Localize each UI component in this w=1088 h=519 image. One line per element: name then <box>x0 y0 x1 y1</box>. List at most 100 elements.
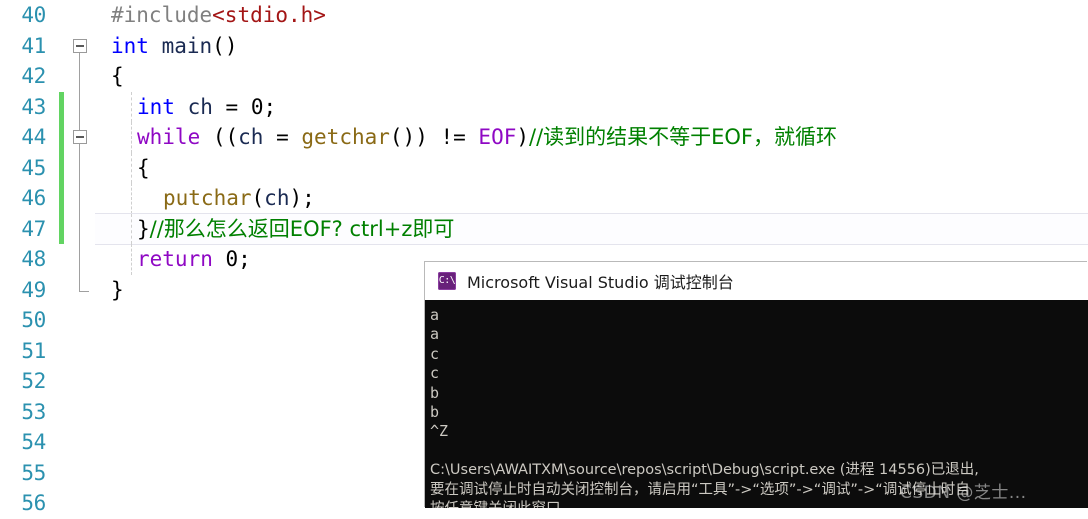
console-icon-label: C:\ <box>438 274 456 286</box>
fold-column <box>71 244 93 275</box>
token-ident: ch <box>264 186 290 211</box>
code-line[interactable]: 46 putchar(ch); <box>0 183 1088 214</box>
console-output-line: ^Z <box>430 422 449 441</box>
code-text[interactable]: while ((ch = getchar()) != EOF)//读到的结果不等… <box>93 122 1088 153</box>
code-tokens: #include<stdio.h> <box>93 0 326 30</box>
code-text[interactable]: int ch = 0; <box>93 91 1088 123</box>
change-indicator-bar <box>59 152 64 183</box>
fold-column <box>71 213 93 244</box>
console-output-area[interactable]: a a c c b b ^Z C:\Users\AWAITXM\source\repos\sc… <box>425 300 1088 508</box>
token-cmt: //读到的结果不等于EOF，就循环 <box>529 125 838 150</box>
change-indicator-bar <box>59 183 64 214</box>
code-line[interactable]: 47}//那么怎么返回EOF? ctrl+z即可 <box>0 212 1088 245</box>
code-line[interactable]: 43 int ch = 0; <box>0 91 1088 123</box>
console-status-line: 要在调试停止时自动关闭控制台，请启用“工具”->“选项”->“调试”->“调试停… <box>430 481 970 498</box>
console-title-bar[interactable]: C:\ Microsoft Visual Studio 调试控制台 <box>425 262 1088 300</box>
code-tokens: int ch = 0; <box>93 92 276 122</box>
token-punct: = <box>263 125 302 150</box>
token-punct: { <box>137 155 150 180</box>
fold-column <box>71 183 93 214</box>
change-indicator-empty <box>59 61 64 92</box>
line-number: 50 <box>21 308 46 333</box>
fold-column <box>71 458 93 489</box>
fold-column <box>71 0 93 31</box>
indent-guide <box>131 244 132 275</box>
fold-column <box>71 366 93 397</box>
line-number: 46 <box>21 186 46 211</box>
code-line[interactable]: 42 { <box>0 61 1088 92</box>
code-line[interactable]: 44 while ((ch = getchar()) != EOF)//读到的结果… <box>0 122 1088 153</box>
console-output-line: b <box>430 383 440 402</box>
fold-guide-line <box>79 244 80 275</box>
fold-guide-line <box>79 91 80 122</box>
line-number: 56 <box>21 491 46 516</box>
token-punct: ) <box>516 125 530 150</box>
line-number: 41 <box>21 33 46 58</box>
console-output-line: c <box>430 364 440 383</box>
change-indicator-empty <box>59 488 64 519</box>
code-text[interactable]: int main() <box>93 31 1088 61</box>
code-line[interactable]: 41 int main() <box>0 31 1088 62</box>
token-num: 0 <box>225 247 239 272</box>
line-number: 51 <box>21 338 46 363</box>
code-text[interactable]: { <box>93 152 1088 184</box>
fold-column <box>71 427 93 458</box>
change-indicator-empty <box>59 31 64 62</box>
line-number: 53 <box>21 399 46 424</box>
fold-column[interactable] <box>71 122 93 153</box>
code-tokens: while ((ch = getchar()) != EOF)//读到的结果不等… <box>93 122 837 152</box>
fold-collapse-icon[interactable] <box>73 130 87 144</box>
change-indicator-bar <box>59 213 64 244</box>
code-tokens: }//那么怎么返回EOF? ctrl+z即可 <box>93 214 454 244</box>
console-output-line: a <box>430 325 440 344</box>
indent-guide <box>131 183 132 214</box>
line-number: 49 <box>21 277 46 302</box>
code-tokens: return 0; <box>93 244 251 274</box>
token-kwctl: return <box>137 247 213 272</box>
token-str: <stdio.h> <box>212 3 326 28</box>
code-text[interactable]: { <box>93 61 1088 91</box>
line-number: 40 <box>21 3 46 28</box>
token-fn: getchar <box>301 125 390 150</box>
token-kwctl: while <box>137 125 201 150</box>
console-status-line: 按任意键关闭此窗口. . . <box>430 500 1088 508</box>
token-fn: putchar <box>163 186 252 211</box>
token-punct: ); <box>289 186 315 211</box>
change-indicator-empty <box>59 366 64 397</box>
code-tokens: { <box>93 61 124 91</box>
code-tokens: putchar(ch); <box>93 183 315 213</box>
code-text[interactable]: putchar(ch); <box>93 183 1088 214</box>
console-output-line: b <box>430 403 440 422</box>
indent-guide <box>131 91 132 123</box>
token-punct <box>149 34 162 58</box>
token-punct: ; <box>238 247 251 272</box>
change-indicator-empty <box>59 244 64 275</box>
console-output-line: a <box>430 306 440 324</box>
console-title-text: Microsoft Visual Studio 调试控制台 <box>467 272 734 292</box>
fold-column[interactable] <box>71 31 93 61</box>
fold-column <box>71 274 93 306</box>
fold-column <box>71 305 93 336</box>
code-line[interactable]: 40 #include<stdio.h> <box>0 0 1088 31</box>
fold-guide-line <box>79 61 80 92</box>
token-macro: EOF <box>478 125 517 150</box>
fold-collapse-icon[interactable] <box>73 38 87 53</box>
code-text[interactable]: }//那么怎么返回EOF? ctrl+z即可 <box>93 213 1088 245</box>
debug-console-window[interactable]: C:\ Microsoft Visual Studio 调试控制台 aaccbb… <box>425 262 1088 508</box>
token-punct: } <box>111 277 124 302</box>
change-indicator-empty <box>59 336 64 367</box>
console-status-line: C:\Users\AWAITXM\source\repos\script\Deb… <box>430 462 979 479</box>
token-punct: ()) != <box>389 125 479 150</box>
code-text[interactable]: #include<stdio.h> <box>93 0 1088 30</box>
console-app-icon: C:\ <box>438 271 456 290</box>
fold-column <box>71 61 93 92</box>
fold-column <box>71 336 93 367</box>
change-indicator-bar <box>59 91 64 122</box>
token-punct: () <box>212 33 238 58</box>
code-tokens: } <box>93 275 124 305</box>
line-number: 45 <box>21 155 46 180</box>
line-number: 44 <box>21 125 46 150</box>
change-indicator-empty <box>59 305 64 336</box>
code-line[interactable]: 45 { <box>0 152 1088 184</box>
token-cmt: //那么怎么返回EOF? ctrl+z即可 <box>149 216 455 241</box>
